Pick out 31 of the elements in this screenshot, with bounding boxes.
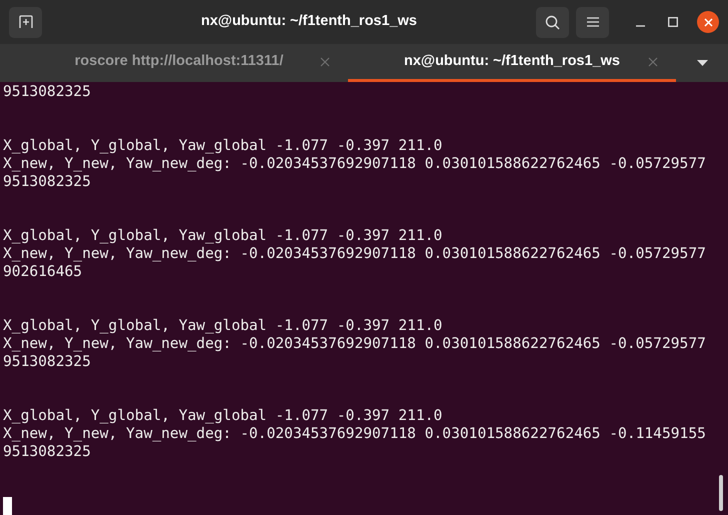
output-line: X_new, Y_new, Yaw_new_deg: -0.02034537692907118 0.030101588622762465 -0.11459155 <box>3 425 707 443</box>
minimize-icon <box>636 24 644 27</box>
output-line: 9513082325 <box>3 443 92 461</box>
close-icon[interactable] <box>648 56 658 67</box>
output-line: 902616465 <box>3 263 84 281</box>
menu-button[interactable] <box>576 6 609 38</box>
output-line: X_global, Y_global, Yaw_global -1.077 -0.397 211.0 <box>3 407 444 425</box>
maximize-icon <box>668 17 678 28</box>
output-line: X_global, Y_global, Yaw_global -1.077 -0.397 211.0 <box>3 317 444 335</box>
output-line: X_global, Y_global, Yaw_global -1.077 -0.397 211.0 <box>3 227 444 245</box>
new-tab-icon <box>18 15 32 30</box>
dropdown-icon[interactable] <box>696 60 708 66</box>
search-button[interactable] <box>536 6 569 38</box>
scrollbar-thumb[interactable] <box>719 475 723 511</box>
menu-icon <box>586 17 598 28</box>
tab[interactable]: roscore http://localhost:11311/ <box>10 44 348 82</box>
output-line: 9513082325 <box>3 173 92 191</box>
search-icon <box>545 14 560 30</box>
new-tab-button[interactable] <box>9 6 42 38</box>
output-line: 9513082325 <box>3 83 92 101</box>
cursor <box>3 497 12 515</box>
output-line: 9513082325 <box>3 353 92 371</box>
close-icon <box>704 18 712 27</box>
output-line: X_new, Y_new, Yaw_new_deg: -0.02034537692907118 0.030101588622762465 -0.05729577 <box>3 155 707 173</box>
tab[interactable]: nx@ubuntu: ~/f1tenth_ros1_ws <box>348 44 676 82</box>
window-title: nx@ubuntu: ~/f1tenth_ros1_ws <box>201 12 417 32</box>
close-icon[interactable] <box>320 56 330 67</box>
output-line: X_global, Y_global, Yaw_global -1.077 -0.397 211.0 <box>3 137 444 155</box>
close-button[interactable] <box>697 11 719 34</box>
output-line: X_new, Y_new, Yaw_new_deg: -0.02034537692907118 0.030101588622762465 -0.05729577 <box>3 335 707 353</box>
output-line: X_new, Y_new, Yaw_new_deg: -0.02034537692907118 0.030101588622762465 -0.05729577 <box>3 245 707 263</box>
